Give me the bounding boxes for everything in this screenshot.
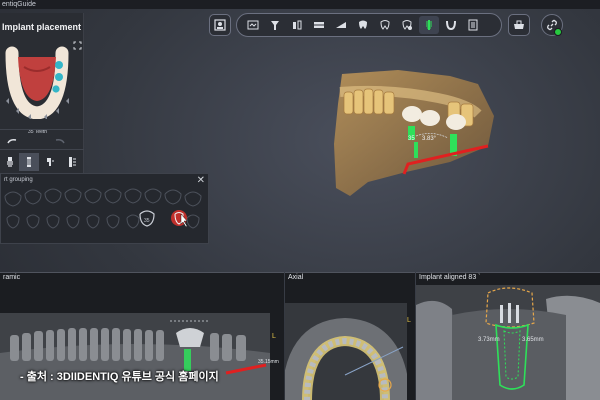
implant-grouping-dialog: rt grouping ✕ 35 — [0, 173, 209, 244]
implant-icon — [271, 21, 279, 30]
main-toolbar — [236, 13, 502, 37]
report-icon — [468, 19, 478, 31]
implant-screw-button[interactable] — [419, 16, 439, 34]
implant-list-icon — [69, 157, 76, 167]
implant-button[interactable] — [265, 16, 285, 34]
implant-angle-icon — [47, 158, 54, 166]
implant-placement-panel: Implant placement 35 Teeth — [0, 13, 84, 173]
cross-section-xray: 3.73mm 3.65mm — [416, 285, 600, 400]
arch-button[interactable] — [309, 16, 329, 34]
patient-icon — [214, 19, 226, 31]
dental-arch-map[interactable] — [4, 43, 70, 119]
implant-tool-b[interactable] — [19, 153, 39, 171]
status-indicator — [554, 28, 562, 36]
axial-pane[interactable]: Axial L — [285, 272, 415, 400]
tooth-icon — [359, 20, 367, 29]
panel-title: Implant placement — [2, 22, 82, 32]
implant-tool-d[interactable] — [62, 153, 82, 171]
report-button[interactable] — [463, 16, 483, 34]
panoramic-scale: 35.15mm — [258, 359, 279, 365]
arch-curve-button[interactable] — [441, 16, 461, 34]
arch-curve-icon — [446, 20, 456, 31]
tooth-settings-button[interactable] — [397, 16, 417, 34]
left-distance: 3.73mm — [478, 337, 500, 343]
svg-text:35: 35 — [144, 218, 150, 224]
panoramic-xray: 35.15mm — [0, 313, 284, 400]
implant-tool-a[interactable] — [0, 153, 20, 171]
implant-aligned-pane[interactable]: Implant aligned 83 ` 3.73mm 3.65mm — [416, 272, 600, 400]
axial-xray — [285, 303, 415, 400]
scan-icon — [336, 22, 346, 28]
divider — [0, 149, 84, 150]
crown-button[interactable] — [287, 16, 307, 34]
tooth-settings-icon — [402, 20, 412, 30]
rotate-left-icon — [7, 139, 17, 144]
patient-button[interactable] — [209, 14, 231, 36]
tooth-button[interactable] — [353, 16, 373, 34]
source-caption: - 출처 : 3DIIDENTIQ 유튜브 공식 홈페이지 — [20, 371, 219, 383]
panoramic-button[interactable] — [243, 16, 263, 34]
arch-icon — [314, 22, 324, 28]
grouping-title: rt grouping — [4, 177, 33, 183]
implant-number: 35 — [408, 136, 415, 142]
tooth-outline-button[interactable] — [375, 16, 395, 34]
scan-button[interactable] — [331, 16, 351, 34]
rotate-left-button[interactable] — [2, 132, 22, 150]
sleeve-button[interactable] — [508, 14, 530, 36]
pane-title: Implant aligned 83 ` — [419, 274, 481, 281]
pane-title: ramic — [3, 274, 21, 281]
rotate-right-icon — [55, 139, 65, 144]
pane-title: Axial — [288, 274, 304, 281]
tooth-grouping-chart[interactable]: 35 — [1, 184, 208, 239]
jaw-3d-viewport[interactable]: 3.83° 35 — [328, 64, 500, 200]
panoramic-icon — [247, 20, 259, 30]
implant-screw-icon — [26, 157, 32, 167]
angle-measurement: 3.83° — [422, 136, 437, 142]
rotate-right-button[interactable] — [50, 132, 70, 150]
right-distance: 3.65mm — [522, 337, 544, 343]
expand-icon[interactable] — [73, 41, 82, 50]
implant-tool-c[interactable] — [40, 153, 60, 171]
crown-icon — [293, 20, 302, 30]
sleeve-icon — [514, 20, 524, 29]
tooth-outline-icon — [380, 20, 390, 30]
window-title: entiqGuide — [0, 0, 600, 9]
divider — [0, 129, 84, 130]
implant-icon — [7, 157, 13, 167]
implant-screw-icon — [426, 20, 432, 30]
orientation-marker: L — [407, 317, 411, 324]
orientation-marker: L — [272, 333, 276, 340]
